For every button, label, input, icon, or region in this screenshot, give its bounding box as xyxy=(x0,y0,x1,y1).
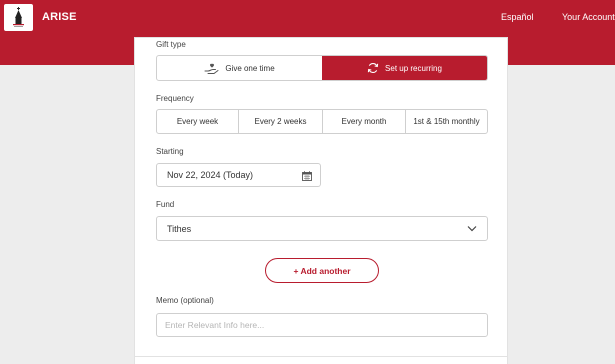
fund-selected-value: Tithes xyxy=(167,223,192,234)
gift-type-label: Gift type xyxy=(156,40,186,49)
frequency-options: Every week Every 2 weeks Every month 1st… xyxy=(156,109,488,134)
set-up-recurring-label: Set up recurring xyxy=(385,63,442,73)
memo-input[interactable] xyxy=(156,313,488,337)
fund-select[interactable]: Tithes xyxy=(156,216,488,241)
language-link-espanol[interactable]: Español xyxy=(501,12,534,22)
add-another-button[interactable]: + Add another xyxy=(265,258,379,283)
starting-label: Starting xyxy=(156,147,184,156)
give-one-time-label: Give one time xyxy=(225,63,275,73)
frequency-label: Frequency xyxy=(156,94,194,103)
memo-label: Memo (optional) xyxy=(156,296,214,305)
refresh-icon xyxy=(367,62,379,74)
church-logo[interactable] xyxy=(4,4,33,31)
set-up-recurring-option[interactable]: Set up recurring xyxy=(322,56,487,80)
calendar-icon[interactable] xyxy=(302,171,312,181)
gift-type-toggle: Give one time Set up recurring xyxy=(156,55,488,81)
section-divider xyxy=(135,356,507,357)
your-account-link[interactable]: Your Account xyxy=(562,12,615,22)
chevron-down-icon xyxy=(467,226,477,232)
church-steeple-icon xyxy=(13,7,24,27)
starting-date-value: Nov 22, 2024 (Today) xyxy=(167,170,254,180)
give-one-time-option[interactable]: Give one time xyxy=(157,56,322,80)
frequency-every-month[interactable]: Every month xyxy=(323,110,406,133)
starting-date-field[interactable]: Nov 22, 2024 (Today) xyxy=(156,163,321,187)
frequency-1st-15th-monthly[interactable]: 1st & 15th monthly xyxy=(406,110,487,133)
frequency-every-week[interactable]: Every week xyxy=(157,110,239,133)
brand-name: ARISE xyxy=(42,11,77,23)
hand-heart-icon xyxy=(204,63,219,74)
frequency-every-2-weeks[interactable]: Every 2 weeks xyxy=(239,110,323,133)
fund-label: Fund xyxy=(156,200,175,209)
giving-form-card: Gift type Give one time Set up recurring… xyxy=(134,37,508,364)
